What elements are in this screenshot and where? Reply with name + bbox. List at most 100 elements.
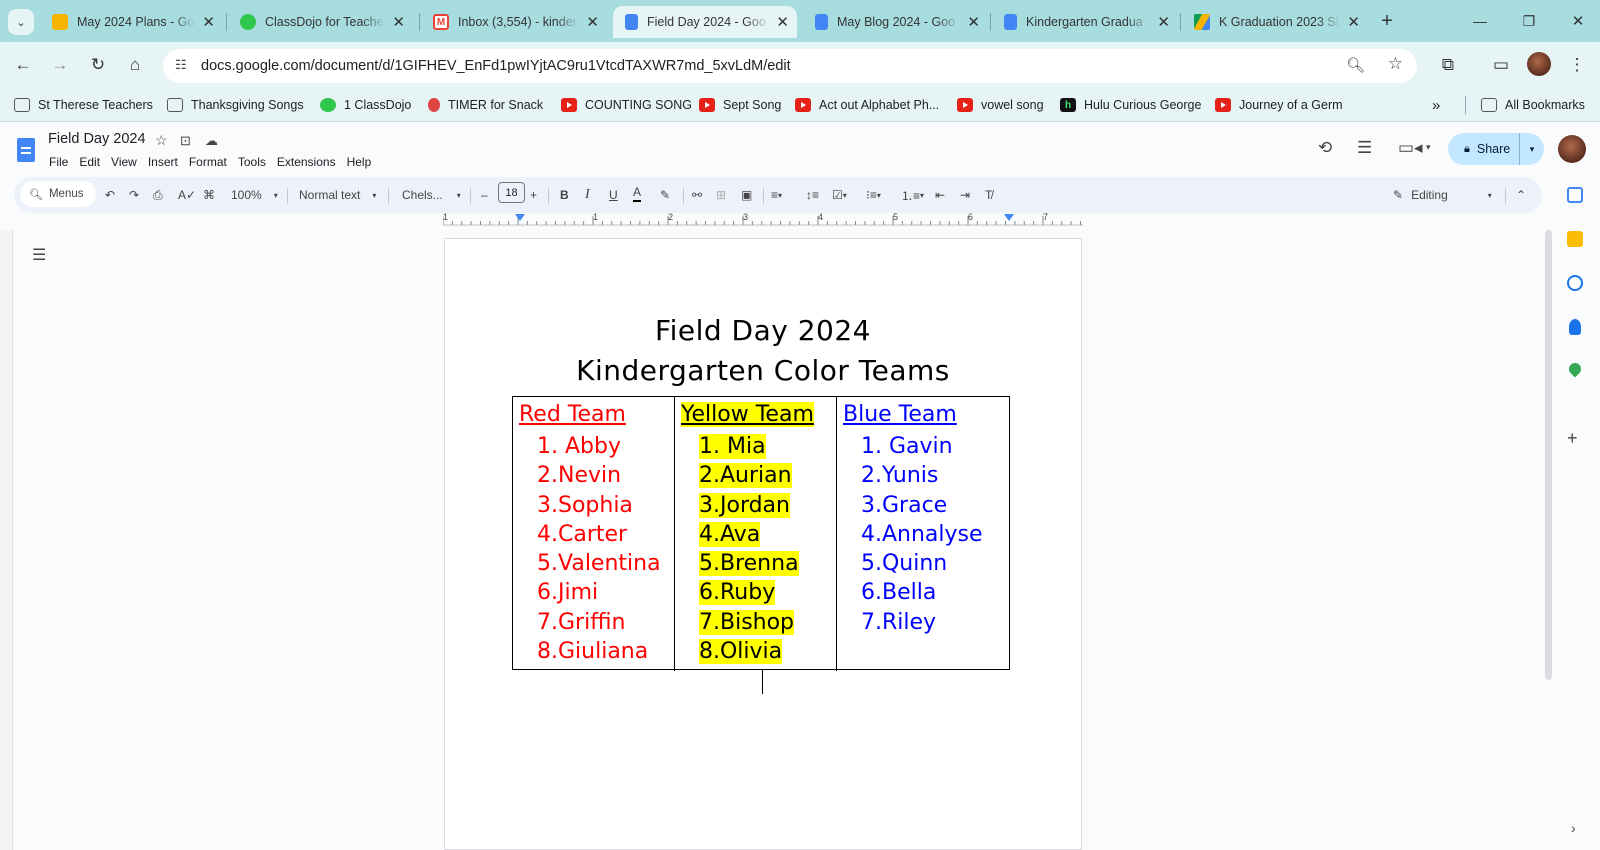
menu-edit[interactable]: Edit (79, 155, 100, 169)
expand-panel-icon[interactable]: › (1571, 820, 1576, 836)
bookmark-item[interactable]: TIMER for Snack (428, 95, 543, 115)
checklist-icon[interactable]: ☑ ▾ (832, 184, 847, 206)
bookmark-item[interactable]: 1 ClassDojo (320, 95, 411, 115)
more-bookmarks-icon[interactable]: » (1432, 95, 1440, 115)
paint-format-icon[interactable]: ⌘ (203, 184, 215, 206)
zoom-select[interactable]: 100% ▾ (231, 184, 278, 206)
bold-icon[interactable]: B (560, 184, 569, 206)
document-outline-icon[interactable]: ☰ (32, 245, 46, 265)
align-icon[interactable]: ≡ ▾ (771, 184, 782, 206)
bulleted-list-icon[interactable]: ⁝≡ ▾ (866, 184, 881, 206)
keep-icon[interactable] (1567, 231, 1583, 247)
account-avatar[interactable] (1558, 135, 1586, 163)
font-select[interactable]: Chels... ▾ (402, 184, 461, 206)
share-button[interactable]: 🔒︎ Share ▾ (1448, 133, 1544, 165)
tab-0[interactable]: May 2024 Plans - Go ✕ (40, 6, 223, 38)
bookmark-item[interactable]: Sept Song (699, 95, 781, 115)
close-tab-icon[interactable]: ✕ (967, 13, 980, 31)
menu-extensions[interactable]: Extensions (277, 155, 336, 169)
tab-5[interactable]: Kindergarten Gradua ✕ (992, 6, 1178, 38)
collapse-menus-icon[interactable]: ⌃ (1516, 184, 1526, 206)
tasks-icon[interactable] (1567, 275, 1583, 291)
close-tab-icon[interactable]: ✕ (776, 13, 789, 31)
tab-search-chevron-icon[interactable]: ⌄ (8, 9, 34, 35)
font-size-input[interactable]: 18 (498, 182, 525, 203)
add-addon-icon[interactable]: + (1567, 428, 1578, 449)
all-bookmarks[interactable]: All Bookmarks (1481, 95, 1585, 115)
tab-2[interactable]: M Inbox (3,554) - kinder ✕ (421, 6, 607, 38)
address-bar[interactable]: ☷ docs.google.com/document/d/1GIFHEV_EnF… (163, 49, 1417, 83)
close-tab-icon[interactable]: ✕ (586, 13, 599, 31)
left-indent-marker[interactable] (515, 214, 525, 221)
line-spacing-icon[interactable]: ↕≡ (806, 184, 819, 206)
bookmark-item[interactable]: h Hulu Curious George (1060, 95, 1201, 115)
contacts-icon[interactable] (1569, 319, 1581, 335)
meet-icon[interactable]: ▭◂ (1398, 138, 1423, 158)
decrease-font-icon[interactable]: – (481, 184, 488, 206)
style-select[interactable]: Normal text ▾ (299, 184, 376, 206)
numbered-list-icon[interactable]: ⒈≡ ▾ (901, 184, 924, 206)
bookmark-star-icon[interactable]: ☆ (1388, 54, 1403, 74)
clear-formatting-icon[interactable]: T̸ (985, 184, 992, 206)
menu-format[interactable]: Format (189, 155, 227, 169)
menu-tools[interactable]: Tools (238, 155, 266, 169)
close-tab-icon[interactable]: ✕ (1347, 13, 1360, 31)
bookmark-item[interactable]: Thanksgiving Songs (167, 95, 304, 115)
more-menu-icon[interactable]: ⋮ (1565, 53, 1589, 77)
forward-icon[interactable]: → (48, 53, 72, 77)
right-indent-marker[interactable] (1004, 214, 1014, 221)
close-tab-icon[interactable]: ✕ (392, 13, 405, 31)
bookmark-item[interactable]: St Therese Teachers (14, 95, 153, 115)
calendar-icon[interactable] (1567, 187, 1583, 203)
bookmark-item[interactable]: COUNTING SONG (561, 95, 692, 115)
print-icon[interactable]: ⎙ (153, 184, 163, 206)
restore-icon[interactable]: ❐ (1517, 9, 1541, 33)
extensions-icon[interactable]: ⧉ (1436, 53, 1460, 77)
tab-6[interactable]: K Graduation 2023 Sl ✕ (1182, 6, 1368, 38)
star-icon[interactable]: ☆ (155, 132, 168, 149)
tab-4[interactable]: May Blog 2024 - Goo ✕ (803, 6, 988, 38)
italic-icon[interactable]: I (585, 184, 590, 206)
menu-file[interactable]: File (49, 155, 68, 169)
insert-image-icon[interactable]: ▣ (741, 184, 752, 206)
link-icon[interactable]: ⚯ (692, 184, 702, 206)
redo-icon[interactable]: ↷ (129, 184, 139, 206)
reload-icon[interactable]: ↻ (86, 53, 110, 77)
comments-icon[interactable]: ☰ (1357, 138, 1372, 158)
bookmark-item[interactable]: Act out Alphabet Ph... (795, 95, 939, 115)
document-title[interactable]: Field Day 2024 (48, 131, 146, 147)
menu-insert[interactable]: Insert (148, 155, 178, 169)
docs-logo-icon[interactable] (17, 138, 35, 162)
add-comment-icon[interactable]: ⊞ (716, 184, 726, 206)
increase-indent-icon[interactable]: ⇥ (960, 184, 970, 206)
tab-1[interactable]: ClassDojo for Teache ✕ (228, 6, 413, 38)
menu-help[interactable]: Help (347, 155, 372, 169)
cast-icon[interactable]: ▭ (1489, 53, 1513, 77)
home-icon[interactable]: ⌂ (123, 53, 147, 77)
share-dropdown-icon[interactable]: ▾ (1519, 133, 1544, 165)
close-window-icon[interactable]: ✕ (1566, 9, 1590, 33)
close-tab-icon[interactable]: ✕ (1157, 13, 1170, 31)
close-tab-icon[interactable]: ✕ (202, 13, 215, 31)
version-history-icon[interactable]: ⟲ (1318, 138, 1332, 158)
spellcheck-icon[interactable]: A✓ (178, 184, 196, 206)
undo-icon[interactable]: ↶ (105, 184, 115, 206)
text-color-icon[interactable]: A (633, 184, 642, 202)
tab-3-active[interactable]: Field Day 2024 - Goo ✕ (613, 6, 797, 38)
underline-icon[interactable]: U (609, 184, 618, 206)
increase-font-icon[interactable]: + (530, 184, 537, 206)
bookmark-item[interactable]: vowel song (957, 95, 1044, 115)
profile-avatar[interactable] (1527, 52, 1551, 76)
zoom-icon[interactable]: 🔍︎ (1346, 56, 1365, 74)
search-menus-input[interactable]: 🔍︎ Menus (20, 181, 96, 207)
decrease-indent-icon[interactable]: ⇤ (935, 184, 945, 206)
new-tab-icon[interactable]: + (1375, 9, 1399, 33)
meet-dropdown-icon[interactable]: ▾ (1426, 142, 1431, 153)
highlight-icon[interactable]: ✎ (660, 184, 670, 206)
teams-table[interactable]: Red Team 1. Abby 2.Nevin 3.Sophia 4.Cart… (512, 396, 1010, 671)
bookmark-item[interactable]: Journey of a Germ (1215, 95, 1343, 115)
menu-view[interactable]: View (111, 155, 137, 169)
move-folder-icon[interactable]: ⊡ (180, 133, 191, 149)
minimize-icon[interactable]: — (1468, 9, 1492, 33)
editing-mode-select[interactable]: ✎ Editing ▾ (1393, 184, 1492, 206)
